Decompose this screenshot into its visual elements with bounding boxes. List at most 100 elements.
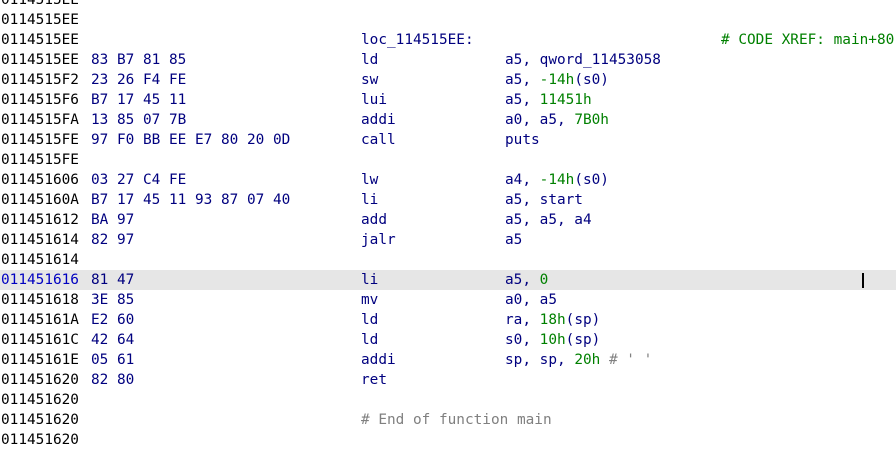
listing-line[interactable]: 011451614 bbox=[0, 250, 896, 270]
xref-comment[interactable]: # CODE XREF: main+80 bbox=[721, 30, 894, 50]
instruction-operands[interactable]: a5 bbox=[505, 230, 522, 250]
listing-line[interactable]: 011451616 81 47 li a5, 0 bbox=[0, 270, 896, 290]
operand-number: -14h bbox=[539, 72, 575, 88]
opcode-bytes: 83 B7 81 85 bbox=[91, 52, 187, 68]
address: 0114515F2 bbox=[1, 72, 79, 88]
listing-line[interactable]: 011451620 # End of function main bbox=[0, 410, 896, 430]
listing-line[interactable]: 0114515EE 83 B7 81 85 ld a5, qword_11453058 bbox=[0, 50, 896, 70]
instruction-mnemonic: add bbox=[361, 212, 387, 228]
instruction-operands[interactable]: a5, -14h(s0) bbox=[505, 70, 609, 90]
operand-number: 0 bbox=[539, 272, 549, 288]
operand-text: a5, bbox=[505, 272, 540, 288]
operand-text: a5, bbox=[505, 72, 540, 88]
instruction-operands[interactable]: a5, a5, a4 bbox=[505, 210, 592, 230]
operand-suffix: (sp) bbox=[565, 312, 601, 328]
instruction-mnemonic: sw bbox=[361, 72, 379, 88]
address: 011451620 bbox=[1, 372, 79, 388]
opcode-bytes: E2 60 bbox=[91, 312, 135, 328]
instruction-operands[interactable]: puts bbox=[505, 130, 540, 150]
listing-line[interactable]: 01145161A E2 60 ld ra, 18h(sp) bbox=[0, 310, 896, 330]
opcode-bytes: 23 26 F4 FE bbox=[91, 72, 187, 88]
listing-line[interactable]: 011451620 82 80 ret bbox=[0, 370, 896, 390]
operand-text: s0, bbox=[505, 332, 540, 348]
listing-line[interactable]: 011451612 BA 97 add a5, a5, a4 bbox=[0, 210, 896, 230]
address: 0114515FA bbox=[1, 112, 79, 128]
address: 0114515FE bbox=[1, 132, 79, 148]
address: 011451616 bbox=[1, 272, 79, 288]
address: 0114515F6 bbox=[1, 92, 79, 108]
listing-line[interactable]: 0114515EE bbox=[0, 0, 896, 10]
operand-text: a5, bbox=[505, 92, 540, 108]
instruction-mnemonic: jalr bbox=[361, 232, 396, 248]
opcode-bytes: 97 F0 BB EE E7 80 20 0D bbox=[91, 132, 291, 148]
inline-comment: # ' ' bbox=[600, 352, 653, 368]
opcode-bytes: B7 17 45 11 bbox=[91, 92, 187, 108]
instruction-operands[interactable]: sp, sp, 20h # ' ' bbox=[505, 350, 652, 370]
listing-line[interactable]: 0114515EE bbox=[0, 10, 896, 30]
address: 0114515EE bbox=[1, 12, 79, 28]
listing-line[interactable]: 011451618 3E 85 mv a0, a5 bbox=[0, 290, 896, 310]
operand-number: -14h bbox=[539, 172, 575, 188]
address: 01145161E bbox=[1, 352, 79, 368]
address: 0114515EE bbox=[1, 52, 79, 68]
instruction-operands[interactable]: s0, 10h(sp) bbox=[505, 330, 600, 350]
address: 0114515FE bbox=[1, 152, 79, 168]
instruction-operands[interactable]: a0, a5, 7B0h bbox=[505, 110, 609, 130]
address: 011451618 bbox=[1, 292, 79, 308]
instruction-operands[interactable]: a5, 0 bbox=[505, 270, 548, 290]
operand-suffix: (s0) bbox=[574, 172, 609, 188]
disassembly-listing[interactable]: 0114515EE 0114515EE 0114515EE loc_114515EE:… bbox=[0, 0, 896, 450]
opcode-bytes: 03 27 C4 FE bbox=[91, 172, 187, 188]
opcode-bytes: 82 80 bbox=[91, 372, 135, 388]
address: 011451620 bbox=[1, 392, 79, 408]
listing-line[interactable]: 0114515FA 13 85 07 7B addi a0, a5, 7B0h bbox=[0, 110, 896, 130]
instruction-mnemonic: ld bbox=[361, 332, 379, 348]
operand-text: ra, bbox=[505, 312, 540, 328]
instruction-mnemonic: call bbox=[361, 132, 396, 148]
instruction-mnemonic: ret bbox=[361, 372, 387, 388]
listing-line[interactable]: 01145160A B7 17 45 11 93 87 07 40 li a5, st… bbox=[0, 190, 896, 210]
text-cursor bbox=[862, 273, 864, 288]
operand-number: 10h bbox=[539, 332, 566, 348]
address: 011451612 bbox=[1, 212, 79, 228]
instruction-operands[interactable]: a5, 11451h bbox=[505, 90, 592, 110]
address: 01145161A bbox=[1, 312, 79, 328]
opcode-bytes: 13 85 07 7B bbox=[91, 112, 187, 128]
operand-text: a0, a5, bbox=[505, 112, 575, 128]
instruction-mnemonic: lui bbox=[361, 92, 387, 108]
instruction-mnemonic: li bbox=[361, 192, 379, 208]
instruction-operands[interactable]: a5, start bbox=[505, 190, 583, 210]
operand-number: 7B0h bbox=[574, 112, 609, 128]
opcode-bytes: 05 61 bbox=[91, 352, 135, 368]
listing-line[interactable]: 01145161E 05 61 addi sp, sp, 20h # ' ' bbox=[0, 350, 896, 370]
address: 0114515EE bbox=[1, 0, 79, 8]
listing-line[interactable]: 01145161C 42 64 ld s0, 10h(sp) bbox=[0, 330, 896, 350]
opcode-bytes: 3E 85 bbox=[91, 292, 135, 308]
instruction-operands[interactable]: a0, a5 bbox=[505, 290, 557, 310]
instruction-operands[interactable]: ra, 18h(sp) bbox=[505, 310, 600, 330]
instruction-mnemonic: lw bbox=[361, 172, 379, 188]
listing-line[interactable]: 0114515F6 B7 17 45 11 lui a5, 11451h bbox=[0, 90, 896, 110]
opcode-bytes: BA 97 bbox=[91, 212, 135, 228]
listing-line[interactable]: 0114515FE bbox=[0, 150, 896, 170]
listing-line[interactable]: 0114515FE 97 F0 BB EE E7 80 20 0D call puts bbox=[0, 130, 896, 150]
function-end-comment: # End of function main bbox=[361, 412, 552, 428]
listing-line[interactable]: 011451620 bbox=[0, 430, 896, 450]
operand-suffix: (s0) bbox=[574, 72, 609, 88]
address: 011451620 bbox=[1, 412, 79, 428]
operand-number: 20h bbox=[574, 352, 601, 368]
opcode-bytes: B7 17 45 11 93 87 07 40 bbox=[91, 192, 291, 208]
listing-line[interactable]: 0114515EE loc_114515EE: # CODE XREF: main+… bbox=[0, 30, 896, 50]
address: 011451614 bbox=[1, 252, 79, 268]
code-label[interactable]: loc_114515EE: bbox=[361, 30, 474, 50]
address: 0114515EE bbox=[1, 32, 79, 48]
listing-line[interactable]: 0114515F2 23 26 F4 FE sw a5, -14h(s0) bbox=[0, 70, 896, 90]
listing-line[interactable]: 011451620 bbox=[0, 390, 896, 410]
operand-text: a4, bbox=[505, 172, 540, 188]
instruction-operands[interactable]: a4, -14h(s0) bbox=[505, 170, 609, 190]
listing-line[interactable]: 011451606 03 27 C4 FE lw a4, -14h(s0) bbox=[0, 170, 896, 190]
instruction-operands[interactable]: a5, qword_11453058 bbox=[505, 50, 661, 70]
listing-line[interactable]: 011451614 82 97 jalr a5 bbox=[0, 230, 896, 250]
instruction-mnemonic: addi bbox=[361, 112, 396, 128]
operand-number: 11451h bbox=[539, 92, 592, 108]
